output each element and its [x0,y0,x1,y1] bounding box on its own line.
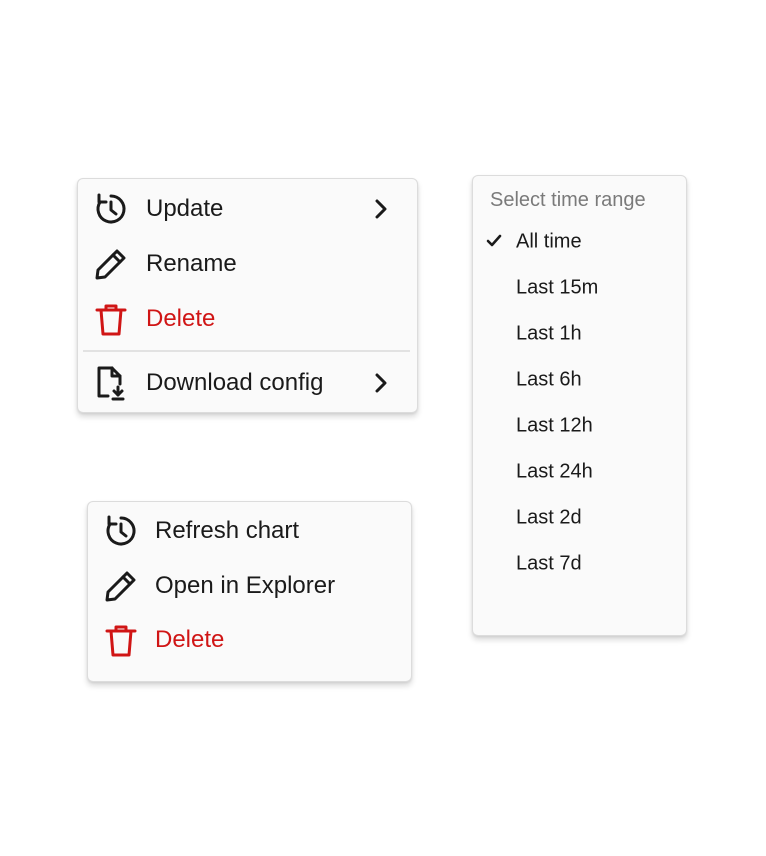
time-range-option-last-15m[interactable]: Last 15m [473,268,686,308]
time-range-option-all-time[interactable]: All time [473,222,686,262]
trash-icon [103,622,139,658]
pencil-icon [93,246,129,282]
menu-item-label: Delete [146,305,216,332]
time-range-option-label: Last 6h [516,368,582,391]
menu-item-rename[interactable]: Rename [78,240,417,288]
menu-item-open-in-explorer[interactable]: Open in Explorer [88,562,411,610]
menu-item-delete[interactable]: Delete [78,295,417,343]
time-range-option-last-1h[interactable]: Last 1h [473,314,686,354]
time-range-option-last-24h[interactable]: Last 24h [473,452,686,492]
menu-item-label: Update [146,195,224,222]
refresh-clock-icon [103,513,139,549]
menu-item-refresh-chart[interactable]: Refresh chart [88,507,411,555]
time-range-option-last-6h[interactable]: Last 6h [473,360,686,400]
time-range-option-last-12h[interactable]: Last 12h [473,406,686,446]
refresh-clock-icon [93,191,129,227]
time-range-option-label: All time [516,230,582,253]
time-range-dropdown: Select time range All time Last 15m Last… [472,175,687,636]
time-range-header: Select time range [490,189,646,211]
chart-context-menu: Refresh chart Open in Explorer Delete [87,501,412,682]
menu-item-label: Download config [146,369,324,396]
time-range-option-last-7d[interactable]: Last 7d [473,544,686,584]
trash-icon [93,301,129,337]
menu-divider [83,350,410,352]
checkmark-icon [485,232,503,250]
time-range-option-label: Last 12h [516,414,593,437]
time-range-option-label: Last 1h [516,322,582,345]
time-range-option-label: Last 7d [516,552,582,575]
menu-item-label: Refresh chart [155,517,300,544]
menu-item-label: Delete [155,626,225,653]
dashboard-context-menu: Update Rename Delete Download config [77,178,418,413]
time-range-option-label: Last 24h [516,460,593,483]
chevron-right-icon [370,372,392,394]
chevron-right-icon [370,198,392,220]
pencil-icon [103,568,139,604]
time-range-option-last-2d[interactable]: Last 2d [473,498,686,538]
menu-item-download-config[interactable]: Download config [78,359,417,407]
menu-item-delete[interactable]: Delete [88,616,411,664]
file-download-icon [93,365,129,401]
menu-item-label: Open in Explorer [155,572,336,599]
time-range-option-label: Last 2d [516,506,582,529]
menu-item-label: Rename [146,250,237,277]
time-range-option-label: Last 15m [516,276,599,299]
menu-item-update[interactable]: Update [78,185,417,233]
